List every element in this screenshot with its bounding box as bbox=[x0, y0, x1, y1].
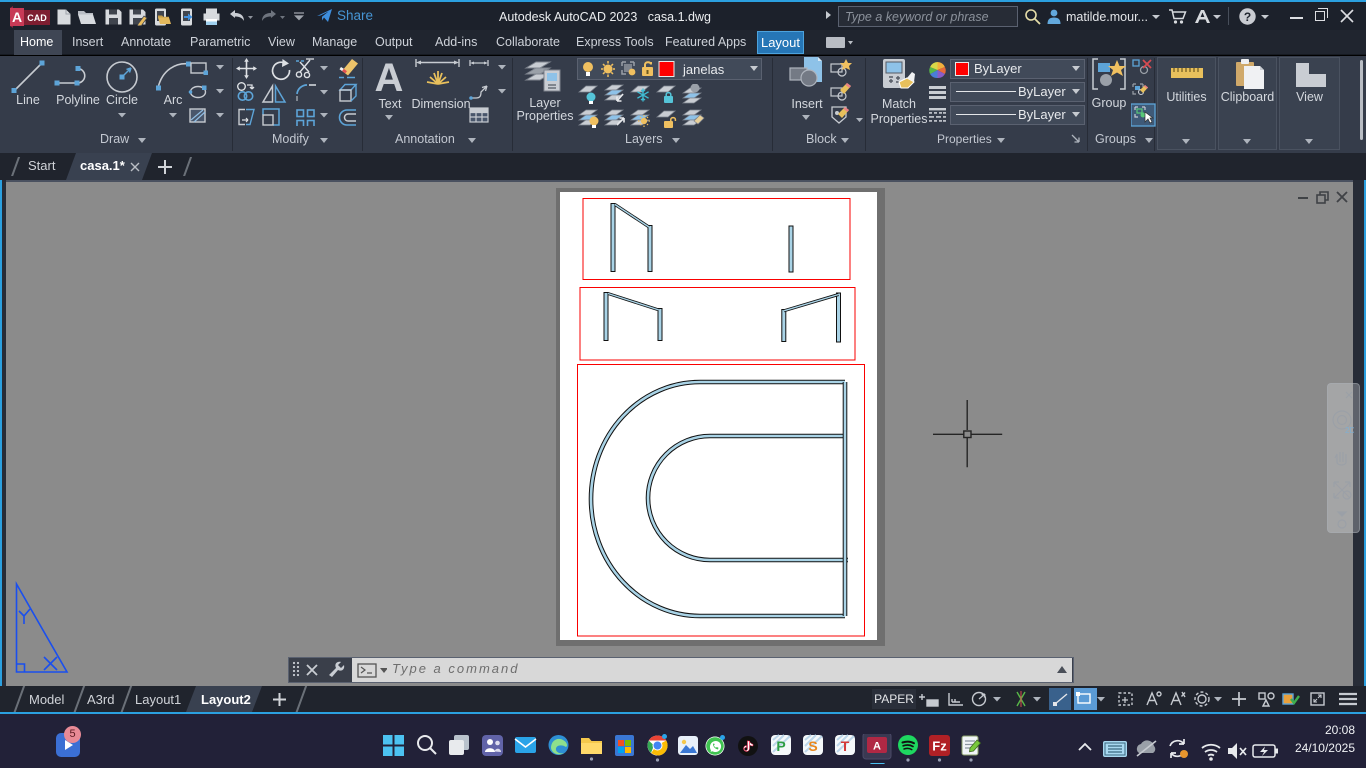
svg-text:Polyline: Polyline bbox=[56, 93, 100, 107]
svg-text:2D: 2D bbox=[1345, 426, 1354, 435]
svg-text:Fz: Fz bbox=[932, 739, 947, 754]
svg-text:P: P bbox=[776, 738, 785, 754]
svg-text:T: T bbox=[841, 738, 850, 754]
svg-text:A: A bbox=[873, 741, 881, 753]
svg-text:Arc: Arc bbox=[164, 93, 183, 107]
svg-text:S: S bbox=[808, 738, 817, 754]
svg-text:Line: Line bbox=[16, 93, 40, 107]
svg-text:Circle: Circle bbox=[106, 93, 138, 107]
